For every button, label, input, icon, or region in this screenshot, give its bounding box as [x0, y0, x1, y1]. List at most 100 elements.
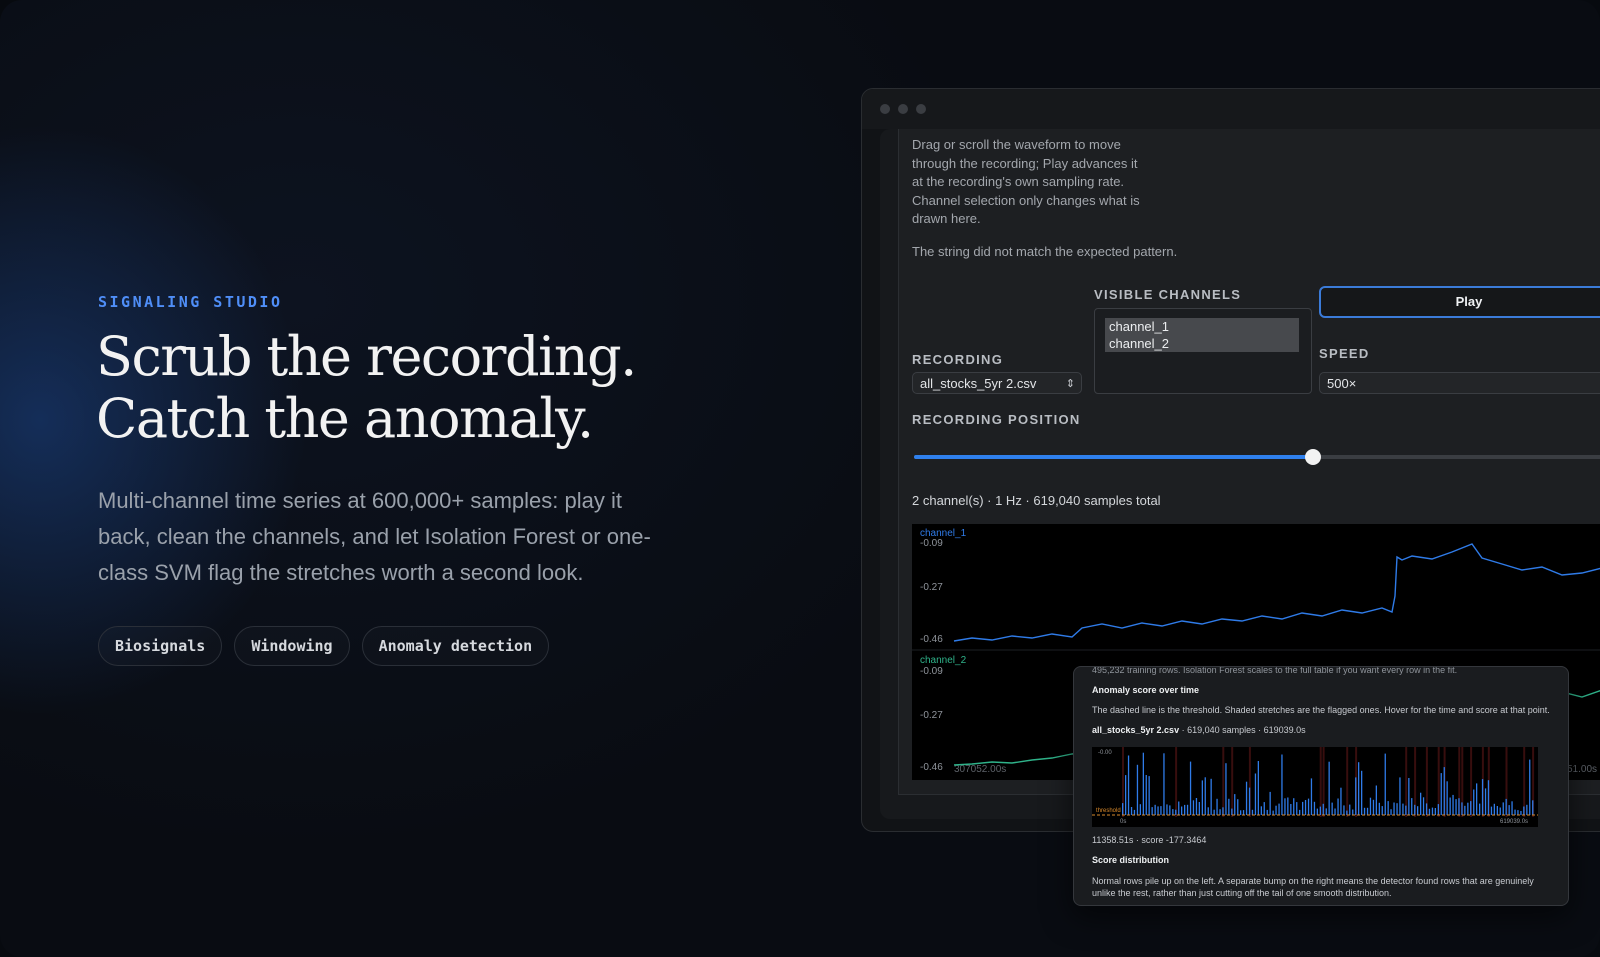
score-spike	[1325, 808, 1327, 815]
window-zoom-dot[interactable]	[916, 104, 926, 114]
score-spike	[1304, 800, 1307, 815]
position-slider-thumb[interactable]	[1305, 449, 1321, 465]
flagged-stretch	[1319, 747, 1322, 817]
score-spike	[1278, 803, 1280, 815]
recording-select[interactable]: all_stocks_5yr 2.csv ⇕	[912, 372, 1082, 394]
speed-label: SPEED	[1319, 346, 1370, 361]
score-spike	[1122, 803, 1124, 815]
score-spike	[1163, 753, 1165, 815]
score-spike	[1493, 803, 1495, 815]
score-spike	[1313, 801, 1316, 815]
score-spike	[1222, 807, 1224, 815]
file-meta: · 619,040 samples · 619039.0s	[1179, 725, 1306, 735]
position-slider[interactable]	[914, 449, 1600, 465]
score-spike	[1334, 808, 1336, 815]
score-spike	[1470, 801, 1472, 815]
score-spike	[1245, 781, 1248, 815]
score-spike	[1195, 798, 1198, 815]
score-axis-top: -0.00	[1098, 750, 1112, 756]
window-close-dot[interactable]	[880, 104, 890, 114]
score-spike	[1181, 806, 1183, 815]
speed-input[interactable]: 500×	[1319, 372, 1600, 394]
score-spike	[1390, 809, 1392, 815]
score-spike	[1201, 780, 1203, 815]
score-spike	[1520, 811, 1522, 815]
score-spike	[1387, 801, 1389, 815]
recording-select-value: all_stocks_5yr 2.csv	[920, 376, 1037, 391]
score-spike	[1517, 810, 1519, 815]
score-spike	[1431, 807, 1434, 815]
score-spike	[1458, 798, 1460, 815]
score-spike	[1287, 797, 1289, 815]
score-spike	[1355, 777, 1357, 815]
score-spike	[1275, 805, 1277, 815]
score-spike	[1384, 753, 1386, 815]
recording-label: RECORDING	[912, 352, 1004, 367]
score-spike	[1434, 808, 1436, 815]
score-spike	[1369, 797, 1372, 815]
score-spike	[1219, 809, 1221, 815]
score-spike	[1293, 798, 1295, 815]
score-spike	[1210, 778, 1212, 815]
select-chevron-icon: ⇕	[1065, 378, 1075, 390]
anomaly-score-plot[interactable]: -0.00 threshold 0s 619039.0s	[1092, 747, 1538, 827]
window-minimize-dot[interactable]	[898, 104, 908, 114]
score-spike	[1408, 778, 1410, 815]
visible-channels-listbox[interactable]: channel_1 channel_2	[1094, 308, 1312, 394]
score-spike	[1157, 806, 1159, 815]
score-spike	[1251, 809, 1254, 815]
score-spike	[1234, 794, 1236, 815]
score-spike	[1130, 807, 1133, 815]
score-spike	[1526, 804, 1528, 815]
score-spike	[1411, 798, 1413, 815]
score-spike	[1417, 806, 1419, 815]
score-spike	[1343, 805, 1345, 815]
visible-channels-label: VISIBLE CHANNELS	[1094, 287, 1242, 302]
score-spike	[1127, 755, 1130, 815]
score-spike	[1228, 798, 1230, 815]
channel-option-1[interactable]: channel_1	[1105, 318, 1299, 335]
score-spike	[1248, 787, 1251, 815]
score-distribution-title: Score distribution	[1092, 855, 1170, 865]
score-spike	[1172, 809, 1174, 815]
score-spike	[1529, 759, 1531, 815]
score-spike	[1361, 770, 1363, 815]
score-spike	[1511, 801, 1513, 815]
score-spike	[1437, 804, 1439, 815]
score-spike	[1139, 804, 1141, 815]
anomaly-results-card: 495,232 training rows. Isolation Forest …	[1073, 666, 1569, 906]
window-titlebar	[862, 89, 1600, 129]
score-spike	[1455, 799, 1457, 815]
score-spike	[1260, 806, 1262, 815]
score-spike	[1490, 806, 1493, 815]
score-spike	[1266, 809, 1268, 815]
play-button[interactable]: Play	[1319, 286, 1600, 318]
score-over-time-title: Anomaly score over time	[1092, 685, 1200, 695]
score-spike	[1393, 802, 1395, 815]
score-spike	[1532, 800, 1534, 815]
score-spike	[1272, 810, 1274, 815]
score-spike	[1299, 809, 1301, 815]
score-spike	[1216, 798, 1218, 815]
score-spike	[1322, 803, 1324, 815]
score-spike	[1449, 797, 1451, 815]
score-spike	[1154, 804, 1156, 815]
score-spike	[1514, 809, 1516, 815]
score-spike	[1213, 809, 1215, 815]
score-spike	[1428, 808, 1431, 815]
score-spike	[1375, 785, 1377, 815]
file-meta-line: all_stocks_5yr 2.csv · 619,040 samples ·…	[1092, 725, 1306, 735]
score-spike	[1523, 806, 1525, 815]
score-spike	[1352, 809, 1354, 815]
channel-option-2[interactable]: channel_2	[1105, 335, 1299, 352]
score-spike	[1487, 780, 1490, 815]
score-spike	[1378, 802, 1380, 815]
score-spike	[1281, 754, 1283, 815]
score-spike	[1508, 805, 1510, 815]
score-spike	[1399, 777, 1401, 815]
score-spike	[1331, 802, 1333, 815]
score-spike	[1148, 776, 1150, 815]
score-spike	[1231, 808, 1233, 815]
score-axis-end: 619039.0s	[1500, 819, 1529, 825]
score-distribution-description: Normal rows pile up on the left. A separ…	[1092, 876, 1534, 898]
